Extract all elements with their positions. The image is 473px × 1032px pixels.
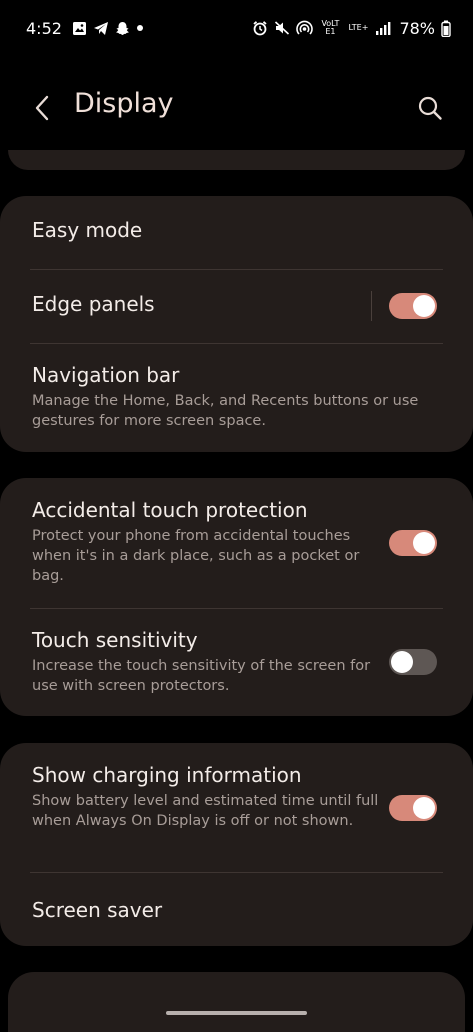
app-header: Display xyxy=(0,80,473,136)
divider xyxy=(30,608,443,609)
settings-group-1: Easy mode Edge panels Navigation bar Man… xyxy=(0,196,473,452)
status-left: 4:52 xyxy=(26,19,144,38)
status-time: 4:52 xyxy=(26,18,62,38)
setting-subtitle: Show battery level and estimated time un… xyxy=(32,793,379,829)
setting-subtitle: Manage the Home, Back, and Recents butto… xyxy=(32,393,419,429)
setting-subtitle: Protect your phone from accidental touch… xyxy=(32,528,360,584)
previous-card-edge xyxy=(8,150,465,170)
gallery-icon xyxy=(72,21,87,36)
toggle-knob xyxy=(413,797,435,819)
next-card-edge xyxy=(8,972,465,1032)
setting-easy-mode[interactable]: Easy mode xyxy=(0,218,473,242)
edge-panels-toggle[interactable] xyxy=(389,293,437,319)
divider xyxy=(30,269,443,270)
toggle-knob xyxy=(413,532,435,554)
hotspot-icon xyxy=(296,20,314,36)
touch-sensitivity-toggle[interactable] xyxy=(389,649,437,675)
toggle-knob xyxy=(413,295,435,317)
volte-label: VoLTE1 xyxy=(321,19,340,36)
status-bar: 4:52 VoLTE1 LTE+ 78% xyxy=(0,0,473,56)
chevron-left-icon xyxy=(35,95,49,121)
toggle-knob xyxy=(391,651,413,673)
setting-title: Easy mode xyxy=(32,218,143,242)
alarm-icon xyxy=(252,20,268,36)
snapchat-icon xyxy=(115,21,130,36)
accidental-touch-toggle[interactable] xyxy=(389,530,437,556)
setting-title: Navigation bar xyxy=(32,363,180,387)
battery-level: 78% xyxy=(399,18,435,38)
gesture-navigation-handle[interactable] xyxy=(166,1011,307,1015)
charging-info-toggle[interactable] xyxy=(389,795,437,821)
setting-screen-saver[interactable]: Screen saver xyxy=(0,898,473,922)
setting-title: Accidental touch protection xyxy=(32,498,308,522)
setting-title: Show charging information xyxy=(32,763,302,787)
lte-label: LTE+ xyxy=(348,23,369,32)
telegram-icon xyxy=(93,21,109,36)
setting-title: Screen saver xyxy=(32,898,163,922)
notification-dot-icon xyxy=(136,24,144,32)
settings-group-2: Accidental touch protection Protect your… xyxy=(0,478,473,716)
status-right: VoLTE1 LTE+ 78% xyxy=(252,19,451,38)
back-button[interactable] xyxy=(26,90,58,126)
page-title: Display xyxy=(74,88,174,119)
battery-icon xyxy=(441,20,451,37)
search-icon xyxy=(418,96,442,120)
divider xyxy=(30,343,443,344)
divider xyxy=(30,872,443,873)
vertical-divider xyxy=(371,291,372,321)
setting-subtitle: Increase the touch sensitivity of the sc… xyxy=(32,658,371,694)
mute-icon xyxy=(274,20,290,36)
signal-icon xyxy=(375,21,391,36)
settings-group-3: Show charging information Show battery l… xyxy=(0,743,473,946)
setting-navigation-bar[interactable]: Navigation bar Manage the Home, Back, an… xyxy=(0,363,473,431)
search-button[interactable] xyxy=(413,90,447,126)
